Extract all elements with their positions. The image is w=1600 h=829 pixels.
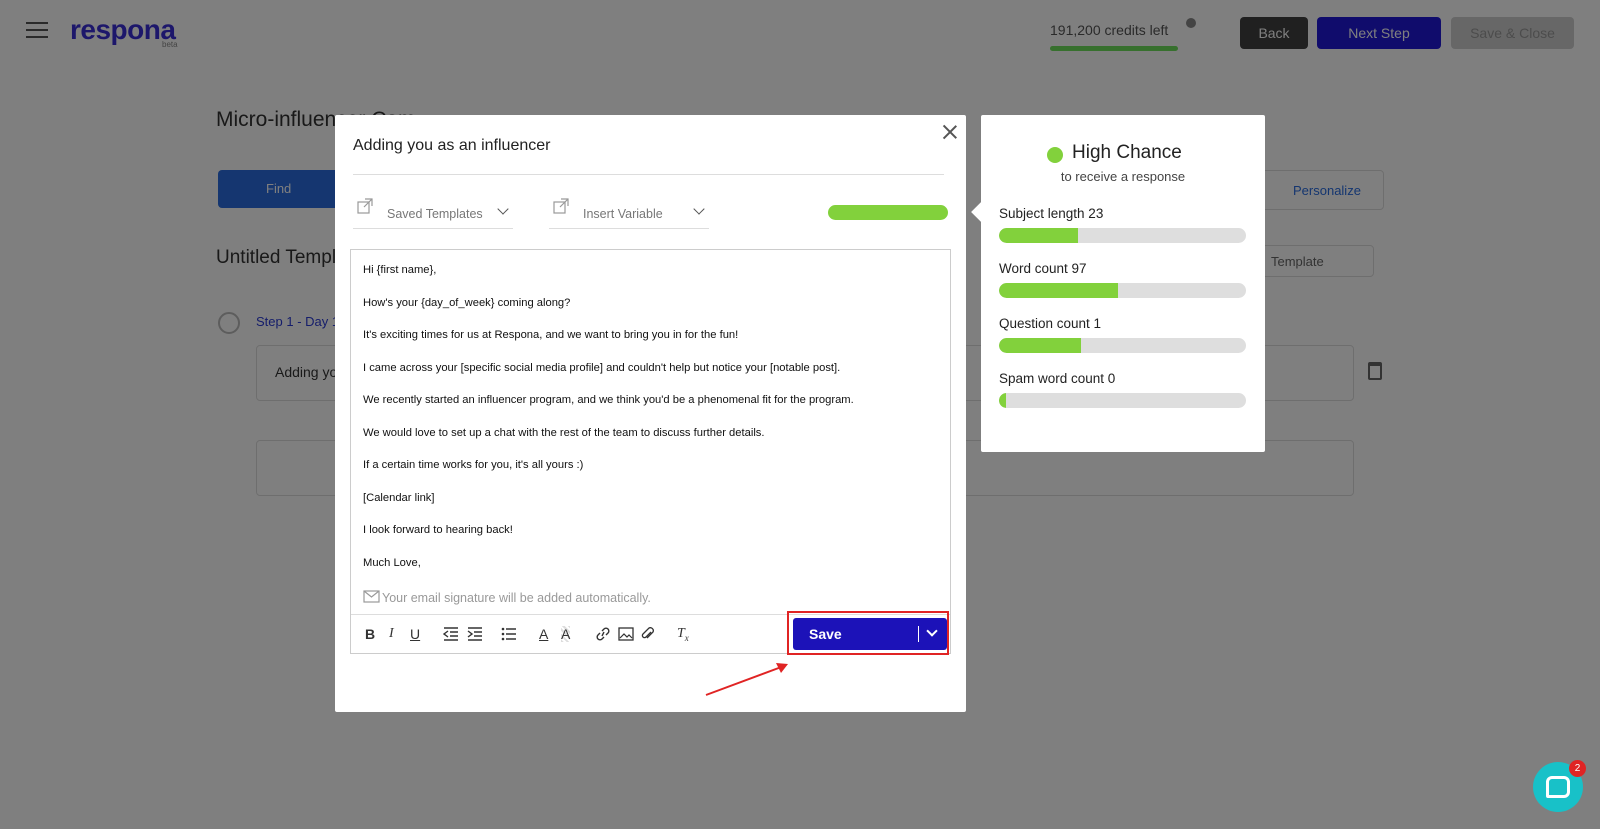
body-line: If a certain time works for you, it's al… bbox=[363, 459, 584, 471]
highlight-color-icon[interactable]: A bbox=[561, 626, 571, 642]
insert-variable-label: Insert Variable bbox=[583, 207, 663, 221]
bullet-list-icon[interactable] bbox=[501, 627, 517, 641]
indent-icon[interactable] bbox=[467, 627, 483, 641]
chevron-down-icon bbox=[497, 203, 509, 215]
chat-icon bbox=[1546, 776, 1570, 798]
response-score-bar[interactable] bbox=[828, 205, 948, 220]
save-button[interactable]: Save bbox=[793, 618, 919, 650]
body-line: Hi {first name}, bbox=[363, 264, 437, 276]
italic-icon[interactable]: I bbox=[389, 626, 394, 642]
metric-track bbox=[999, 283, 1246, 298]
body-line: I look forward to hearing back! bbox=[363, 524, 513, 536]
metric-track bbox=[999, 393, 1246, 408]
body-line: [Calendar link] bbox=[363, 491, 435, 504]
close-icon[interactable] bbox=[942, 124, 958, 140]
metric-row: Subject length 23 bbox=[999, 206, 1246, 243]
body-line: How's your {day_of_week} coming along? bbox=[363, 296, 571, 309]
metric-fill bbox=[999, 393, 1007, 408]
metric-row: Word count 97 bbox=[999, 261, 1246, 298]
metric-row: Spam word count 0 bbox=[999, 371, 1246, 408]
clear-format-icon[interactable]: Tx bbox=[677, 626, 689, 643]
underline-icon[interactable]: U bbox=[410, 626, 420, 642]
text-color-icon[interactable]: A bbox=[539, 626, 548, 642]
metric-track bbox=[999, 338, 1246, 353]
metric-fill bbox=[999, 283, 1118, 298]
body-line: It's exciting times for us at Respona, a… bbox=[363, 329, 739, 341]
external-link-icon bbox=[553, 198, 569, 214]
attachment-icon[interactable] bbox=[641, 627, 655, 641]
chevron-down-icon bbox=[693, 203, 705, 215]
metric-fill bbox=[999, 228, 1079, 243]
saved-templates-label: Saved Templates bbox=[387, 207, 483, 221]
metric-row: Question count 1 bbox=[999, 316, 1246, 353]
metric-track bbox=[999, 228, 1246, 243]
email-body[interactable]: Hi {first name}, How's your {day_of_week… bbox=[363, 264, 854, 589]
bold-icon[interactable]: B bbox=[365, 626, 375, 642]
email-body-editor[interactable]: Hi {first name}, How's your {day_of_week… bbox=[350, 249, 951, 654]
envelope-icon bbox=[363, 590, 380, 603]
body-line: We recently started an influencer progra… bbox=[363, 394, 854, 406]
image-icon[interactable] bbox=[618, 627, 634, 641]
outdent-icon[interactable] bbox=[443, 627, 459, 641]
body-line: We would love to set up a chat with the … bbox=[363, 426, 765, 439]
chevron-down-icon bbox=[926, 625, 938, 637]
chance-title: High Chance bbox=[1072, 142, 1182, 163]
metric-label: Question count 1 bbox=[999, 316, 1102, 331]
notification-badge: 2 bbox=[1569, 760, 1586, 777]
metric-fill bbox=[999, 338, 1081, 353]
metric-label: Spam word count 0 bbox=[999, 371, 1116, 386]
body-line: I came across your [specific social medi… bbox=[363, 361, 841, 374]
status-dot bbox=[1047, 147, 1063, 163]
response-chance-panel: High Chance to receive a response Subjec… bbox=[981, 115, 1265, 452]
annotation-arrow bbox=[705, 663, 788, 696]
external-link-icon bbox=[357, 198, 373, 214]
link-icon[interactable] bbox=[595, 627, 611, 641]
metric-label: Subject length 23 bbox=[999, 206, 1104, 221]
save-options-button[interactable] bbox=[919, 618, 947, 650]
insert-variable-dropdown[interactable]: Insert Variable bbox=[549, 197, 709, 229]
body-line: Much Love, bbox=[363, 556, 421, 569]
metric-label: Word count 97 bbox=[999, 261, 1087, 276]
chance-subtitle: to receive a response bbox=[1060, 169, 1186, 184]
saved-templates-dropdown[interactable]: Saved Templates bbox=[353, 197, 513, 229]
signature-note: Your email signature will be added autom… bbox=[382, 591, 651, 605]
subject-field[interactable]: Adding you as an influencer bbox=[353, 135, 944, 175]
